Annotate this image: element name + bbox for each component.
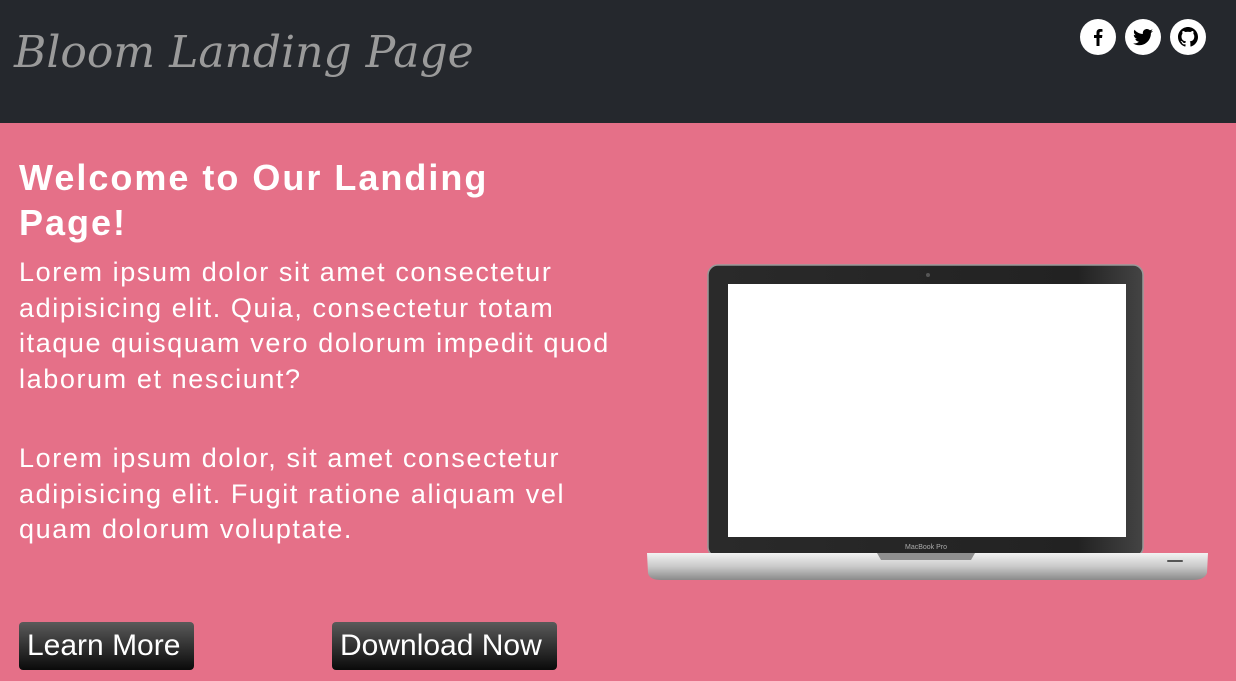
facebook-icon[interactable] bbox=[1080, 19, 1116, 55]
download-now-button[interactable]: Download Now bbox=[332, 622, 557, 670]
hero-title: Welcome to Our Landing Page! bbox=[19, 157, 489, 243]
site-logo[interactable]: Bloom Landing Page bbox=[14, 18, 474, 88]
laptop-image: MacBook Pro bbox=[647, 264, 1208, 580]
hero-paragraph-2: Lorem ipsum dolor, sit amet consectetur … bbox=[19, 443, 566, 544]
laptop-brand-label: MacBook Pro bbox=[905, 544, 947, 551]
social-links bbox=[1080, 19, 1206, 55]
twitter-icon[interactable] bbox=[1125, 19, 1161, 55]
github-icon[interactable] bbox=[1170, 19, 1206, 55]
learn-more-button[interactable]: Learn More bbox=[19, 622, 194, 670]
hero-paragraph-1: Lorem ipsum dolor sit amet consectetur a… bbox=[19, 257, 610, 394]
site-header: Bloom Landing Page bbox=[0, 0, 1236, 123]
